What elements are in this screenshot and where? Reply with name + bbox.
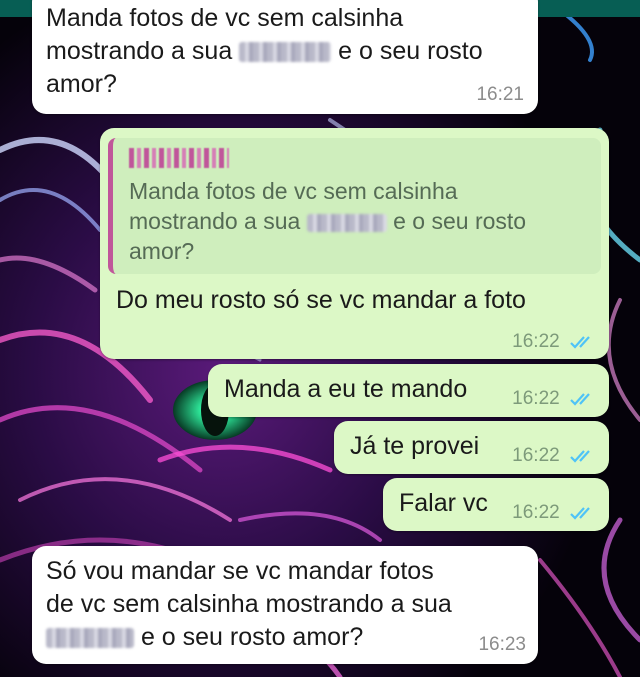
message-line: e o seu rosto amor? xyxy=(46,621,526,654)
double-check-icon xyxy=(570,507,590,520)
message-line: de vc sem calsinha mostrando a sua xyxy=(46,590,452,618)
outgoing-message[interactable]: Manda fotos de vc sem calsinha mostrando… xyxy=(100,128,609,359)
incoming-message[interactable]: Manda fotos de vc sem calsinha mostrando… xyxy=(32,0,538,114)
message-time: 16:23 xyxy=(478,634,526,655)
message-time: 16:21 xyxy=(476,84,524,105)
message-text: Já te provei xyxy=(350,432,480,460)
message-line: Só vou mandar se vc mandar fotos xyxy=(46,557,434,585)
censored-word xyxy=(46,628,134,649)
message-line: Manda fotos de vc sem calsinha xyxy=(46,4,404,32)
message-time: 16:22 xyxy=(512,331,597,353)
quoted-message[interactable]: Manda fotos de vc sem calsinha mostrando… xyxy=(108,138,601,274)
quoted-line: mostrando a sua e o seu rosto xyxy=(129,208,527,234)
message-text: Do meu rosto só se vc mandar a foto xyxy=(116,286,526,314)
censored-word xyxy=(239,42,332,63)
double-check-icon xyxy=(570,336,590,349)
outgoing-message[interactable]: Manda a eu te mando 16:22 xyxy=(208,364,609,417)
message-text: Manda a eu te mando xyxy=(224,375,468,403)
incoming-message[interactable]: Só vou mandar se vc mandar fotos de vc s… xyxy=(32,546,538,664)
message-line: mostrando a sua e o seu rosto xyxy=(46,37,483,65)
outgoing-message[interactable]: Já te provei 16:22 xyxy=(334,421,609,474)
censored-word xyxy=(306,213,387,232)
quoted-sender-name xyxy=(129,148,229,168)
quoted-line: amor? xyxy=(129,238,195,264)
double-check-icon xyxy=(570,393,590,406)
outgoing-message[interactable]: Falar vc 16:22 xyxy=(383,478,609,531)
message-time: 16:22 xyxy=(512,388,597,410)
message-time: 16:22 xyxy=(512,502,597,524)
quoted-line: Manda fotos de vc sem calsinha xyxy=(129,178,458,204)
message-text: Falar vc xyxy=(399,489,488,517)
double-check-icon xyxy=(570,450,590,463)
message-line: amor? xyxy=(46,70,117,98)
message-time: 16:22 xyxy=(512,445,597,467)
